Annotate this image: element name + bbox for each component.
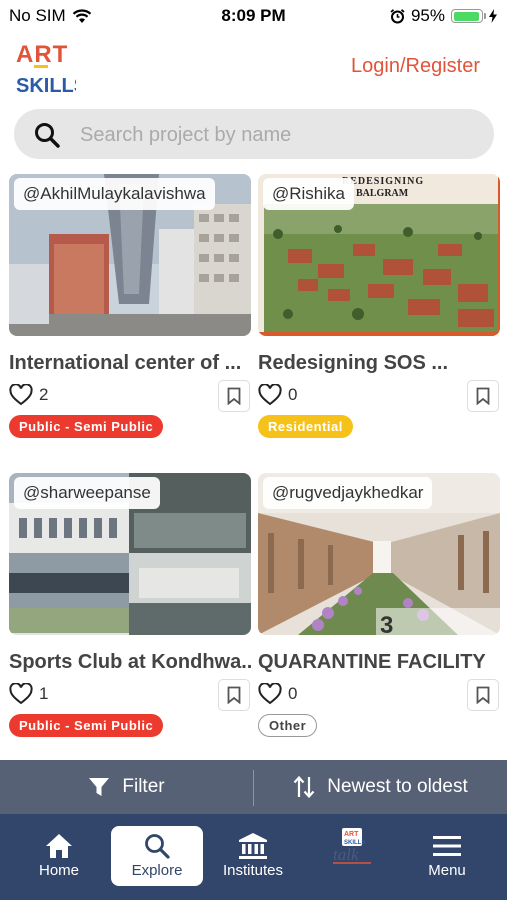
category-tag: Public - Semi Public	[9, 714, 164, 737]
project-title[interactable]: QUARANTINE FACILITY	[258, 651, 500, 674]
login-register-link[interactable]: Login/Register	[351, 55, 480, 78]
project-title[interactable]: Sports Club at Kondhwa...	[9, 651, 251, 674]
institute-icon	[239, 833, 267, 859]
category-tag: Other	[258, 714, 318, 737]
talk-text: talk	[333, 845, 359, 864]
filter-sort-bar: Filter Newest to oldest	[0, 760, 507, 814]
author-handle[interactable]: @AkhilMulaykalavishwa	[14, 178, 215, 210]
nav-institutes[interactable]: Institutes	[207, 826, 299, 886]
category-tag: Public - Semi Public	[9, 415, 164, 438]
filter-button[interactable]: Filter	[0, 760, 253, 814]
nav-menu[interactable]: Menu	[401, 826, 493, 886]
author-handle[interactable]: @Rishika	[263, 178, 354, 210]
image-caption: REDESIGNING	[342, 176, 424, 187]
status-bar: No SIM 8:09 PM 95%	[0, 0, 507, 30]
svg-text:ART: ART	[344, 831, 359, 838]
likes[interactable]: 0	[258, 683, 297, 705]
likes-count: 0	[288, 684, 298, 703]
bookmark-button[interactable]	[218, 380, 250, 412]
menu-icon	[433, 836, 461, 856]
project-card[interactable]: @AkhilMulaykalavishwa International cent…	[9, 174, 251, 444]
nav-explore[interactable]: Explore	[111, 826, 203, 886]
project-title[interactable]: International center of ...	[9, 352, 251, 375]
image-caption-2: BALGRAM	[356, 188, 409, 199]
battery-percent: 95%	[410, 6, 445, 25]
heart-icon[interactable]	[258, 683, 282, 705]
sort-button[interactable]: Newest to oldest	[254, 760, 507, 814]
project-card[interactable]: 3 @rugvedjaykhedkar QUARANTINE FACILITY …	[258, 473, 500, 743]
author-handle[interactable]: @rugvedjaykhedkar	[263, 477, 433, 509]
nav-home[interactable]: Home	[13, 826, 105, 886]
heart-icon[interactable]	[9, 384, 33, 406]
likes-count: 0	[288, 385, 298, 404]
likes[interactable]: 0	[258, 384, 297, 406]
search-icon	[35, 123, 60, 148]
nav-label: Institutes	[222, 862, 284, 879]
bookmark-button[interactable]	[467, 679, 499, 711]
home-icon	[46, 834, 72, 858]
charging-icon	[489, 9, 497, 23]
nav-talk[interactable]: ART SKILLS talk	[306, 826, 398, 886]
author-handle[interactable]: @sharweepanse	[14, 477, 160, 509]
search-input[interactable]	[78, 109, 482, 161]
category-tag: Residential	[258, 415, 353, 438]
status-right: 95%	[390, 6, 497, 26]
alarm-icon	[390, 8, 405, 23]
art-skills-logo[interactable]: ART SKILLS	[14, 38, 87, 97]
heart-icon[interactable]	[258, 384, 282, 406]
logo-skills-text: SKILLS	[16, 75, 76, 96]
likes[interactable]: 1	[9, 683, 48, 705]
bookmark-icon	[476, 686, 490, 704]
image-caption: 3	[380, 612, 393, 635]
sort-icon	[293, 775, 315, 799]
bookmark-button[interactable]	[467, 380, 499, 412]
project-card[interactable]: REDESIGNING BALGRAM @Rishika Redesigning…	[258, 174, 500, 444]
bookmark-icon	[227, 686, 241, 704]
search-icon	[145, 834, 170, 859]
heart-icon[interactable]	[9, 683, 33, 705]
nav-label: Home	[38, 862, 79, 879]
project-card[interactable]: @sharweepanse Sports Club at Kondhwa... …	[9, 473, 251, 743]
filter-label: Filter	[122, 776, 165, 797]
likes-count: 2	[39, 385, 49, 404]
search-bar[interactable]	[14, 109, 494, 161]
bottom-nav: Home Explore Institutes ART SKILLS talk	[0, 814, 507, 900]
talk-logo: ART SKILLS talk	[329, 828, 375, 864]
bookmark-button[interactable]	[218, 679, 250, 711]
likes-count: 1	[39, 684, 49, 703]
sort-label: Newest to oldest	[327, 776, 468, 797]
project-title[interactable]: Redesigning SOS ...	[258, 352, 500, 375]
bookmark-icon	[227, 387, 241, 405]
filter-icon	[89, 778, 110, 796]
nav-label: Explore	[131, 862, 183, 879]
nav-label: Menu	[428, 862, 466, 879]
bookmark-icon	[476, 387, 490, 405]
logo-art-text: ART	[16, 41, 68, 68]
likes[interactable]: 2	[9, 384, 48, 406]
battery-icon	[451, 9, 486, 23]
